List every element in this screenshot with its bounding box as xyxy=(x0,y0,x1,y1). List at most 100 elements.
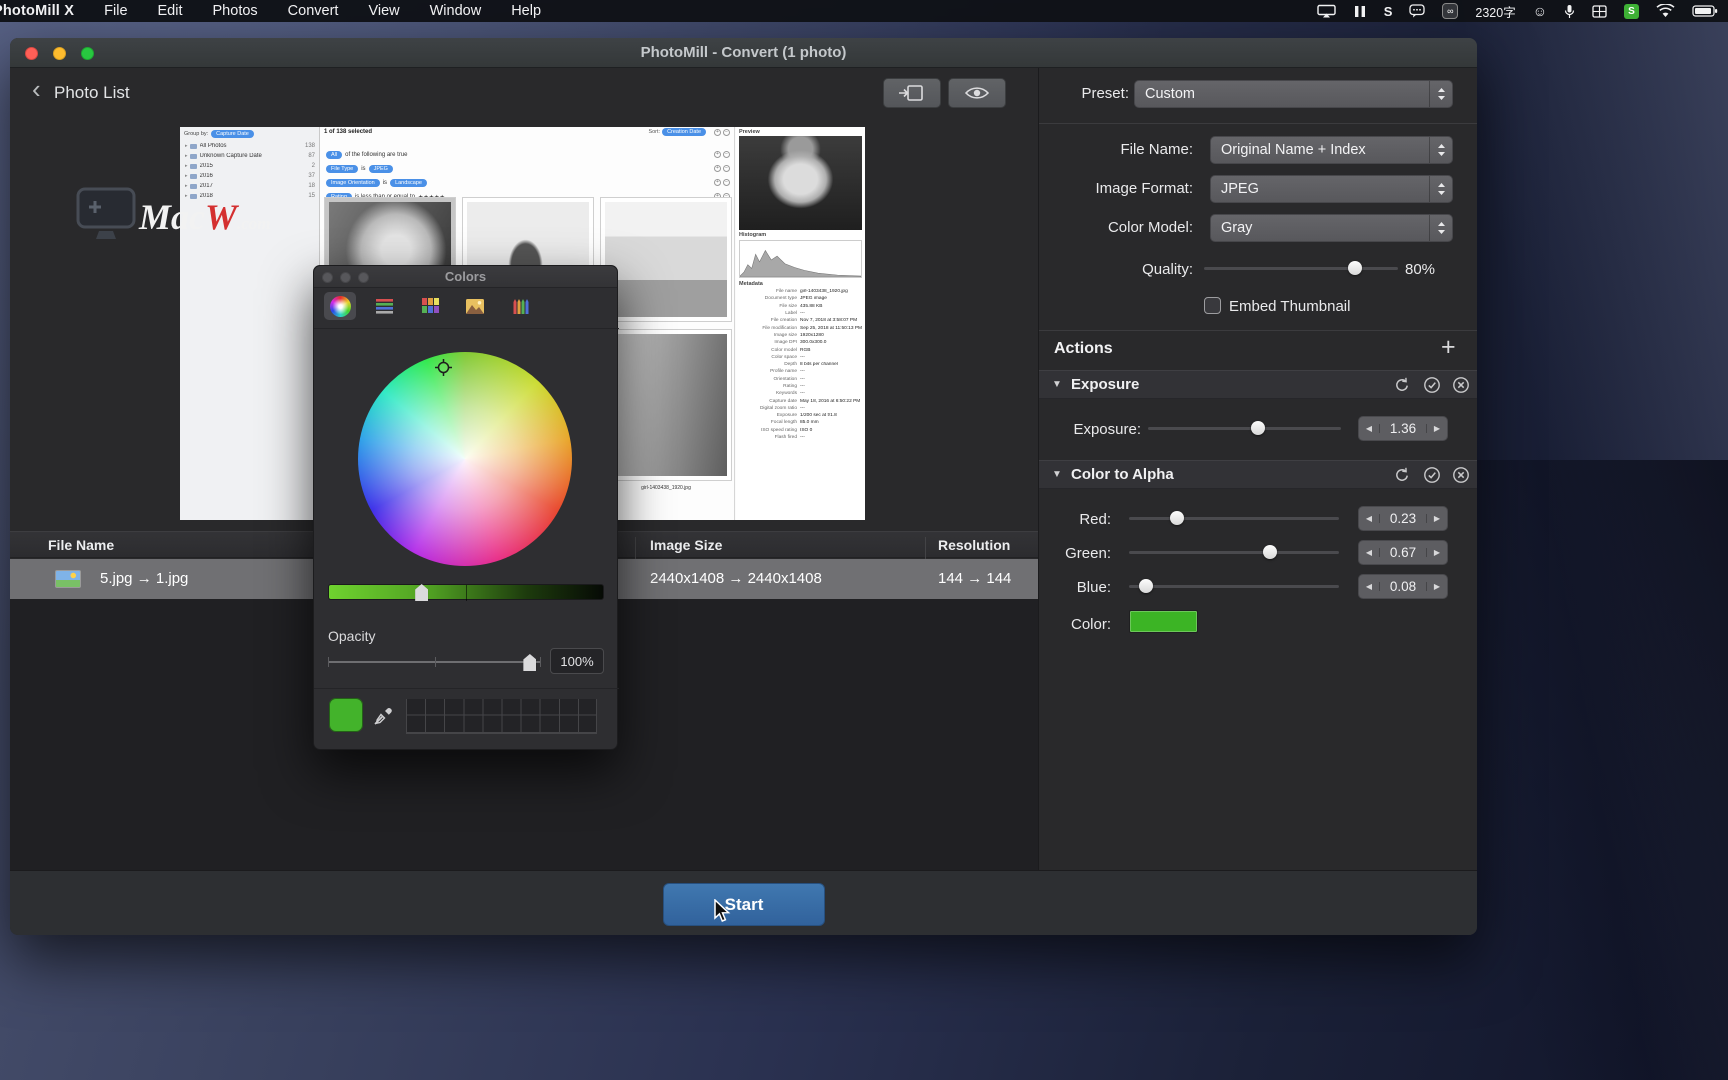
blue-stepper[interactable]: ◀ 0.08 ▶ xyxy=(1358,574,1448,599)
parallels-icon[interactable] xyxy=(1353,5,1367,18)
menu-item[interactable]: File xyxy=(104,3,127,19)
menu-items: File Edit Photos Convert View Window Help xyxy=(74,3,541,19)
enable-action-icon[interactable] xyxy=(1423,466,1441,484)
exposure-slider[interactable] xyxy=(1148,415,1341,442)
disclosure-down-icon[interactable]: ▼ xyxy=(1052,380,1062,390)
color-picker-tabs xyxy=(324,292,536,320)
input-word-count[interactable]: 2320字 xyxy=(1475,2,1515,21)
tab-color-sliders[interactable] xyxy=(369,292,401,320)
add-action-button[interactable]: + xyxy=(1441,335,1456,360)
battery-icon[interactable] xyxy=(1692,5,1718,17)
image-format-popup[interactable]: JPEG xyxy=(1210,175,1453,203)
dictation-icon[interactable] xyxy=(1564,4,1575,19)
preset-popup[interactable]: Custom xyxy=(1134,80,1453,108)
menu-item[interactable]: Photos xyxy=(213,3,258,19)
tab-image-palettes[interactable] xyxy=(459,292,491,320)
sogou-input-icon[interactable]: S xyxy=(1624,4,1639,19)
start-button[interactable]: Start xyxy=(663,883,825,926)
tab-color-palettes[interactable] xyxy=(414,292,446,320)
tab-pencils[interactable] xyxy=(504,292,536,320)
swatch-grid[interactable] xyxy=(406,699,597,734)
menu-app-name[interactable]: PhotoMill X xyxy=(0,3,74,19)
remove-action-icon[interactable] xyxy=(1452,376,1470,394)
current-color-swatch[interactable] xyxy=(329,698,363,732)
preview-inspector: Preview Histogram Metadata File name gir… xyxy=(736,127,865,520)
red-slider[interactable] xyxy=(1129,505,1339,532)
slider-knob[interactable] xyxy=(1170,511,1184,525)
stepper-decrement-icon[interactable]: ◀ xyxy=(1359,424,1380,433)
convert-preview-button[interactable] xyxy=(883,78,941,108)
mouse-cursor xyxy=(712,899,734,928)
color-wheel[interactable] xyxy=(358,352,572,566)
slider-track[interactable] xyxy=(1129,517,1339,520)
disclosure-triangle-icon xyxy=(185,163,190,169)
menu-item[interactable]: Edit xyxy=(158,3,183,19)
remove-filter-icon xyxy=(723,165,730,172)
back-chevron-icon[interactable]: ‹ xyxy=(32,76,41,102)
green-stepper[interactable]: ◀ 0.67 ▶ xyxy=(1358,540,1448,565)
metadata-value: ISO 0 xyxy=(800,428,862,433)
tab-color-wheel[interactable] xyxy=(324,292,356,320)
colors-panel-titlebar[interactable]: Colors xyxy=(314,266,617,288)
menu-item[interactable]: Convert xyxy=(288,3,339,19)
alpha-color-well[interactable] xyxy=(1129,610,1198,633)
slider-knob[interactable] xyxy=(1139,579,1153,593)
column-resolution[interactable]: Resolution xyxy=(938,537,1010,553)
color-to-alpha-section-header[interactable]: ▼ Color to Alpha xyxy=(1039,460,1477,489)
opacity-slider-knob[interactable] xyxy=(523,654,536,671)
stepper-increment-icon[interactable]: ▶ xyxy=(1426,548,1447,557)
exposure-stepper[interactable]: ◀ 1.36 ▶ xyxy=(1358,416,1448,441)
slider-knob[interactable] xyxy=(1263,545,1277,559)
green-slider[interactable] xyxy=(1129,539,1339,566)
reset-action-icon[interactable] xyxy=(1393,466,1411,484)
file-name-popup[interactable]: Original Name + Index xyxy=(1210,136,1453,164)
color-model-popup[interactable]: Gray xyxy=(1210,214,1453,242)
creative-cloud-icon[interactable]: ∞ xyxy=(1442,3,1458,19)
gradient-slider-knob[interactable] xyxy=(415,584,428,601)
slider-track[interactable] xyxy=(1129,551,1339,554)
color-wheel-cursor[interactable] xyxy=(435,359,452,376)
wifi-icon[interactable] xyxy=(1656,4,1675,18)
menu-item[interactable]: Help xyxy=(511,3,541,19)
eyedropper-icon[interactable] xyxy=(372,703,396,727)
stepper-increment-icon[interactable]: ▶ xyxy=(1426,582,1447,591)
metadata-row: ISO speed rating ISO 0 xyxy=(736,427,865,434)
slider-track[interactable] xyxy=(1129,585,1339,588)
opacity-slider[interactable] xyxy=(328,654,541,670)
exposure-section-header[interactable]: ▼ Exposure xyxy=(1039,370,1477,399)
stepper-increment-icon[interactable]: ▶ xyxy=(1426,424,1447,433)
stepper-increment-icon[interactable]: ▶ xyxy=(1426,514,1447,523)
blue-slider[interactable] xyxy=(1129,573,1339,600)
slider-knob[interactable] xyxy=(1251,421,1265,435)
title-bar[interactable]: PhotoMill - Convert (1 photo) xyxy=(10,38,1477,68)
red-stepper[interactable]: ◀ 0.23 ▶ xyxy=(1358,506,1448,531)
brightness-gradient-slider[interactable] xyxy=(328,584,604,600)
metadata-value: RGB xyxy=(800,348,862,353)
popup-stepper-icon xyxy=(1429,176,1452,202)
input-source-icon[interactable]: ☺ xyxy=(1533,4,1547,18)
column-file-name[interactable]: File Name xyxy=(48,537,114,553)
menu-item[interactable]: Window xyxy=(430,3,482,19)
preview-toggle-button[interactable] xyxy=(948,78,1006,108)
slider-knob[interactable] xyxy=(1348,261,1362,275)
skype-icon[interactable]: S xyxy=(1384,4,1393,19)
actions-header: Actions xyxy=(1054,340,1113,358)
enable-action-icon[interactable] xyxy=(1423,376,1441,394)
disclosure-down-icon[interactable]: ▼ xyxy=(1052,470,1062,480)
quality-slider[interactable] xyxy=(1204,255,1398,282)
keyboard-viewer-icon[interactable] xyxy=(1592,5,1607,18)
stepper-decrement-icon[interactable]: ◀ xyxy=(1359,582,1380,591)
back-photo-list-button[interactable]: Photo List xyxy=(54,83,130,103)
slider-track[interactable] xyxy=(1148,427,1341,430)
remove-action-icon[interactable] xyxy=(1452,466,1470,484)
messages-icon[interactable] xyxy=(1409,4,1425,18)
menu-item[interactable]: View xyxy=(368,3,399,19)
stepper-decrement-icon[interactable]: ◀ xyxy=(1359,514,1380,523)
reset-action-icon[interactable] xyxy=(1393,376,1411,394)
embed-thumbnail-checkbox[interactable] xyxy=(1204,297,1221,314)
stepper-decrement-icon[interactable]: ◀ xyxy=(1359,548,1380,557)
slider-track[interactable] xyxy=(1204,267,1398,270)
airplay-icon[interactable] xyxy=(1317,4,1336,18)
filter-field: All xyxy=(326,151,342,159)
column-image-size[interactable]: Image Size xyxy=(650,537,722,553)
